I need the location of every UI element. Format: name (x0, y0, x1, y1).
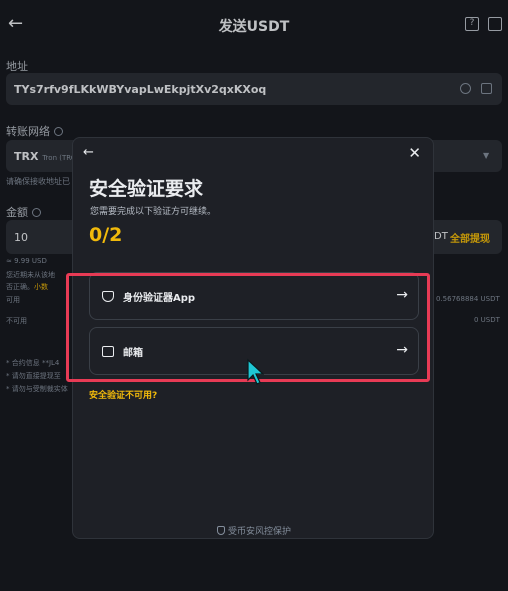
verification-progress: 0/2 (89, 224, 123, 246)
shield-lock-icon (216, 526, 225, 535)
modal-footer: 受币安风控保护 (73, 524, 435, 537)
modal-back-arrow-icon[interactable]: ← (83, 145, 94, 160)
mouse-cursor-icon (247, 358, 264, 385)
close-icon[interactable]: ✕ (408, 144, 421, 162)
modal-title: 安全验证要求 (89, 178, 204, 200)
modal-subtitle: 您需要完成以下验证方可继续。 (90, 207, 217, 217)
verification-unavailable-link[interactable]: 安全验证不可用? (89, 388, 157, 401)
